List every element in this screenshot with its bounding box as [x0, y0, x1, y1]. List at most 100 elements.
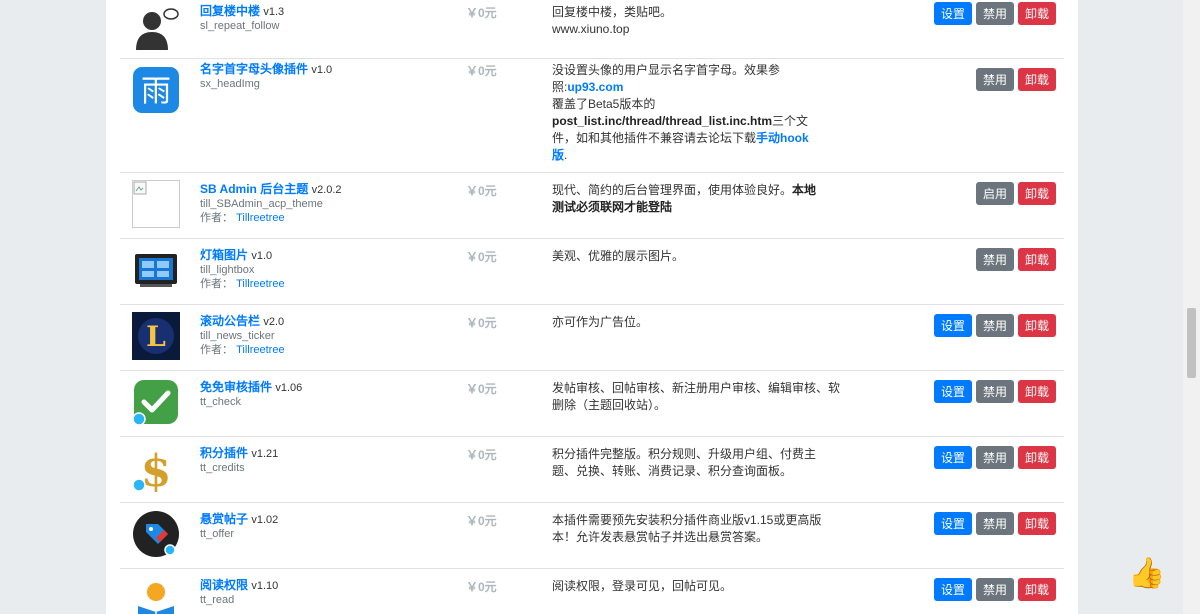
- plugin-version: v1.0: [251, 250, 273, 262]
- plugin-name[interactable]: 回复楼中楼: [200, 4, 260, 18]
- plugin-info: 悬赏帖子 v1.02 tt_offer: [200, 512, 440, 541]
- page-scrollbar[interactable]: [1183, 0, 1200, 614]
- plugin-row: 回复楼中楼 v1.3 sl_repeat_follow ￥0元 回复楼中楼，类贴…: [120, 0, 1064, 59]
- plugin-author: 作者： Tillreetree: [200, 277, 440, 291]
- author-label: 作者：: [200, 344, 233, 356]
- uninstall-button[interactable]: 卸载: [1017, 68, 1056, 91]
- disable-button[interactable]: 禁用: [975, 248, 1014, 271]
- lightbox-monitor-icon: [132, 246, 180, 294]
- disable-button[interactable]: 禁用: [975, 512, 1014, 535]
- desc-bold: post_list.inc/thread/thread_list.inc.htm: [552, 114, 773, 128]
- plugin-desc: 亦可作为广告位。: [552, 315, 649, 329]
- plugin-info: 名字首字母头像插件 v1.0 sx_headImg: [200, 62, 440, 91]
- plugin-row: L 滚动公告栏 v2.0 till_news_ticker 作者： Tillre…: [120, 304, 1064, 371]
- plugin-name[interactable]: 积分插件: [200, 446, 248, 460]
- uninstall-button[interactable]: 卸载: [1017, 380, 1056, 403]
- plugin-actions: 启用 卸载: [975, 182, 1056, 205]
- scrollbar-thumb[interactable]: [1187, 308, 1196, 378]
- plugin-row: 悬赏帖子 v1.02 tt_offer ￥0元 本插件需要预先安装积分插件商业版…: [120, 502, 1064, 569]
- plugin-dir: till_SBAdmin_acp_theme: [200, 198, 323, 210]
- plugin-desc: 本插件需要预先安装积分插件商业版v1.15或更高版本！允许发表悬赏帖子并选出悬赏…: [552, 513, 822, 544]
- uninstall-button[interactable]: 卸载: [1017, 578, 1056, 601]
- desc-text: .: [564, 148, 568, 162]
- plugin-desc: 阅读权限，登录可见，回帖可见。: [552, 579, 733, 593]
- settings-button[interactable]: 设置: [933, 446, 972, 469]
- plugin-actions: 设置 禁用 卸载: [933, 380, 1056, 403]
- plugin-row: 灯箱图片 v1.0 till_lightbox 作者： Tillreetree …: [120, 238, 1064, 305]
- plugin-name[interactable]: 名字首字母头像插件: [200, 62, 308, 76]
- settings-button[interactable]: 设置: [933, 578, 972, 601]
- plugin-price: ￥0元: [466, 250, 497, 264]
- uninstall-button[interactable]: 卸载: [1017, 248, 1056, 271]
- plugin-version: v2.0: [263, 316, 285, 328]
- plugin-info: 滚动公告栏 v2.0 till_news_ticker 作者： Tillreet…: [200, 314, 440, 357]
- plugin-actions: 禁用 卸载: [975, 248, 1056, 271]
- settings-button[interactable]: 设置: [933, 512, 972, 535]
- plugin-price: ￥0元: [466, 382, 497, 396]
- plugin-version: v2.0.2: [311, 184, 342, 196]
- plugin-version: v1.10: [251, 580, 279, 592]
- plugin-dir: tt_check: [200, 396, 241, 408]
- plugin-desc: 积分插件完整版。积分规则、升级用户组、付费主题、兑换、转账、消费记录、积分查询面…: [552, 447, 817, 478]
- author-label: 作者：: [200, 278, 233, 290]
- plugin-actions: 设置 禁用 卸载: [933, 314, 1056, 337]
- plugin-row: 免免审核插件 v1.06 tt_check ￥0元 发帖审核、回帖审核、新注册用…: [120, 370, 1064, 437]
- plugin-info: SB Admin 后台主题 v2.0.2 till_SBAdmin_acp_th…: [200, 182, 440, 225]
- disable-button[interactable]: 禁用: [975, 446, 1014, 469]
- plugin-info: 免免审核插件 v1.06 tt_check: [200, 380, 440, 409]
- plugin-info: 积分插件 v1.21 tt_credits: [200, 446, 440, 475]
- plugin-name[interactable]: 免免审核插件: [200, 380, 272, 394]
- plugin-price: ￥0元: [466, 514, 497, 528]
- disable-button[interactable]: 禁用: [975, 314, 1014, 337]
- plugin-row: SB Admin 后台主题 v2.0.2 till_SBAdmin_acp_th…: [120, 172, 1064, 239]
- plugin-row: 雨 名字首字母头像插件 v1.0 sx_headImg ￥0元 没设置头像的用户…: [120, 58, 1064, 173]
- plugin-version: v1.3: [263, 6, 285, 18]
- plugin-dir: tt_offer: [200, 528, 235, 540]
- uninstall-button[interactable]: 卸载: [1017, 446, 1056, 469]
- plugin-name[interactable]: 滚动公告栏: [200, 314, 260, 328]
- settings-button[interactable]: 设置: [933, 380, 972, 403]
- reader-icon: [132, 576, 180, 614]
- author-link[interactable]: Tillreetree: [236, 278, 285, 290]
- check-badge-icon: [132, 378, 180, 426]
- uninstall-button[interactable]: 卸载: [1017, 314, 1056, 337]
- news-ticker-icon: L: [132, 312, 180, 360]
- disable-button[interactable]: 禁用: [975, 578, 1014, 601]
- plugin-name[interactable]: 悬赏帖子: [200, 512, 248, 526]
- uninstall-button[interactable]: 卸载: [1017, 512, 1056, 535]
- plugin-dir: till_lightbox: [200, 264, 255, 276]
- disable-button[interactable]: 禁用: [975, 2, 1014, 25]
- plugin-version: v1.02: [251, 514, 279, 526]
- plugin-desc: 没设置头像的用户显示名字首字母。效果参照:up93.com 覆盖了Beta5版本…: [552, 62, 822, 164]
- plugin-price: ￥0元: [466, 184, 497, 198]
- thumbs-up-icon[interactable]: 👍: [1128, 556, 1165, 591]
- plugin-info: 灯箱图片 v1.0 till_lightbox 作者： Tillreetree: [200, 248, 440, 291]
- plugin-author: 作者： Tillreetree: [200, 211, 440, 225]
- plugin-info: 阅读权限 v1.10 tt_read: [200, 578, 440, 607]
- plugin-name[interactable]: 阅读权限: [200, 578, 248, 592]
- plugin-name[interactable]: 灯箱图片: [200, 248, 248, 262]
- demo-link[interactable]: up93.com: [567, 80, 623, 94]
- plugin-version: v1.0: [311, 64, 333, 76]
- disable-button[interactable]: 禁用: [975, 380, 1014, 403]
- settings-button[interactable]: 设置: [933, 314, 972, 337]
- settings-button[interactable]: 设置: [933, 2, 972, 25]
- uninstall-button[interactable]: 卸载: [1017, 2, 1056, 25]
- plugin-info: 回复楼中楼 v1.3 sl_repeat_follow: [200, 4, 440, 33]
- rain-char-icon: 雨: [132, 66, 180, 114]
- author-link[interactable]: Tillreetree: [236, 344, 285, 356]
- desc-line: www.xiuno.top: [552, 22, 630, 36]
- uninstall-button[interactable]: 卸载: [1017, 182, 1056, 205]
- plugin-list-panel: 回复楼中楼 v1.3 sl_repeat_follow ￥0元 回复楼中楼，类贴…: [106, 0, 1078, 614]
- plugin-dir: till_news_ticker: [200, 330, 275, 342]
- disable-button[interactable]: 禁用: [975, 68, 1014, 91]
- desc-text: 覆盖了Beta5版本的: [552, 97, 656, 111]
- enable-button[interactable]: 启用: [975, 182, 1014, 205]
- plugin-name[interactable]: SB Admin 后台主题: [200, 182, 308, 196]
- desc-line: 回复楼中楼，类贴吧。: [552, 5, 673, 19]
- author-link[interactable]: Tillreetree: [236, 212, 285, 224]
- plugin-dir: sl_repeat_follow: [200, 20, 280, 32]
- plugin-dir: sx_headImg: [200, 78, 260, 90]
- svg-text:L: L: [146, 320, 166, 353]
- plugin-desc: 发帖审核、回帖审核、新注册用户审核、编辑审核、软删除（主题回收站）。: [552, 381, 841, 412]
